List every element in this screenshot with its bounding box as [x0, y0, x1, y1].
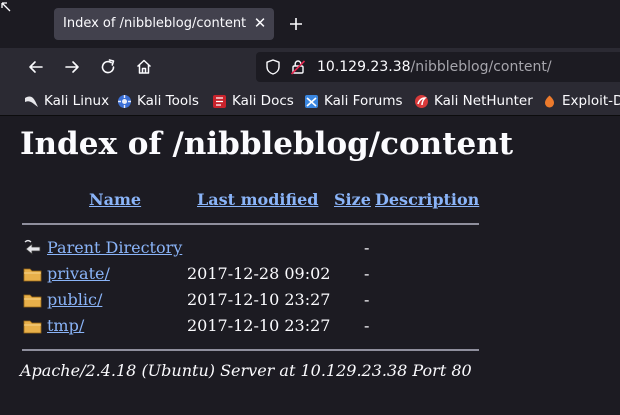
url-host: 10.129.23.38 [317, 59, 411, 75]
navigation-toolbar: 10.129.23.38/nibbleblog/content/ [0, 48, 620, 86]
entry-modified: 2017-12-10 23:27 [187, 316, 331, 335]
bookmark-kali-nethunter[interactable]: Kali NetHunter [414, 92, 533, 110]
tab-close-icon[interactable]: ✕ [251, 14, 269, 32]
server-signature: Apache/2.4.18 (Ubuntu) Server at 10.129.… [20, 361, 472, 380]
entry-size: - [364, 290, 370, 309]
folder-icon [23, 291, 43, 309]
bookmark-kali-linux[interactable]: Kali Linux [24, 92, 109, 110]
entry-link[interactable]: Parent Directory [47, 238, 182, 257]
table-row: private/ 2017-12-28 09:02 - [0, 263, 620, 287]
entry-modified: 2017-12-10 23:27 [187, 290, 331, 309]
address-bar[interactable]: 10.129.23.38/nibbleblog/content/ [256, 52, 620, 82]
new-tab-plus-icon[interactable] [286, 14, 306, 34]
page-title: Index of /nibbleblog/content [20, 126, 514, 162]
column-header-last-modified[interactable]: Last modified [197, 190, 318, 209]
reload-icon[interactable] [98, 57, 118, 77]
bookmark-kali-docs[interactable]: Kali Docs [212, 92, 294, 110]
tab-title: Index of /nibbleblog/content [63, 16, 247, 31]
parent-directory-icon [23, 239, 43, 257]
window-resize-corner-icon[interactable] [0, 0, 14, 14]
bookmark-kali-tools[interactable]: Kali Tools [117, 92, 199, 110]
forward-arrow-icon[interactable] [62, 57, 82, 77]
entry-modified: 2017-12-28 09:02 [187, 264, 331, 283]
bookmark-exploit-db[interactable]: Exploit-D [542, 92, 620, 110]
table-row: public/ 2017-12-10 23:27 - [0, 289, 620, 313]
tab-strip: Index of /nibbleblog/content ✕ [0, 0, 620, 48]
nethunter-icon [414, 94, 429, 109]
entry-link[interactable]: public/ [47, 290, 102, 309]
header-divider [22, 223, 479, 225]
column-header-size[interactable]: Size [334, 190, 371, 209]
bookmark-kali-forums[interactable]: Kali Forums [304, 92, 403, 110]
bookmark-label: Kali Docs [232, 93, 294, 109]
folder-icon [23, 265, 43, 283]
home-icon[interactable] [134, 57, 154, 77]
kali-dragon-icon [24, 94, 39, 109]
entry-size: - [364, 264, 370, 283]
entry-link[interactable]: tmp/ [47, 316, 84, 335]
folder-icon [23, 317, 43, 335]
footer-divider [22, 349, 479, 351]
kali-docs-icon [212, 94, 227, 109]
bookmarks-toolbar: Kali Linux Kali Tools Kali Docs Kali For… [0, 86, 620, 116]
shield-icon[interactable] [264, 58, 282, 80]
bookmark-label: Kali Tools [137, 93, 199, 109]
back-arrow-icon[interactable] [26, 57, 46, 77]
kali-tools-icon [117, 94, 132, 109]
kali-forums-icon [304, 94, 319, 109]
browser-tab-active[interactable]: Index of /nibbleblog/content ✕ [54, 8, 274, 40]
url-text: 10.129.23.38/nibbleblog/content/ [317, 59, 552, 75]
entry-link[interactable]: private/ [47, 264, 110, 283]
entry-size: - [364, 316, 370, 335]
bookmark-label: Kali Forums [324, 93, 403, 109]
bookmark-label: Exploit-D [562, 93, 620, 109]
column-header-name[interactable]: Name [89, 190, 141, 209]
bookmark-label: Kali NetHunter [434, 93, 533, 109]
exploit-db-icon [542, 94, 557, 109]
table-row: Parent Directory - [0, 237, 620, 261]
entry-size: - [364, 238, 370, 257]
insecure-lock-icon[interactable] [289, 58, 307, 80]
column-header-description[interactable]: Description [375, 190, 479, 209]
bookmark-label: Kali Linux [44, 93, 110, 109]
page-content: Index of /nibbleblog/content Name Last m… [0, 116, 620, 415]
table-row: tmp/ 2017-12-10 23:27 - [0, 315, 620, 339]
url-path: /nibbleblog/content/ [410, 59, 552, 75]
